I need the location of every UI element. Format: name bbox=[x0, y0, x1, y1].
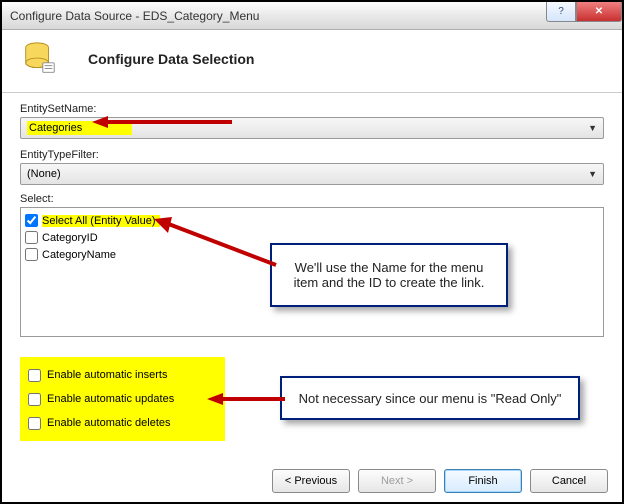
database-icon bbox=[20, 40, 58, 78]
enable-deletes-row[interactable]: Enable automatic deletes bbox=[26, 411, 219, 435]
annotation-arrow-icon bbox=[92, 114, 232, 130]
select-all-checkbox[interactable] bbox=[25, 214, 38, 227]
enable-deletes-checkbox[interactable] bbox=[28, 417, 41, 430]
next-button: Next > bbox=[358, 469, 436, 493]
close-button[interactable]: ✕ bbox=[576, 2, 622, 22]
title-bar: Configure Data Source - EDS_Category_Men… bbox=[2, 2, 622, 30]
chevron-down-icon: ▼ bbox=[588, 169, 597, 179]
select-item-checkbox[interactable] bbox=[25, 248, 38, 261]
enable-deletes-label: Enable automatic deletes bbox=[47, 417, 171, 429]
select-item-checkbox[interactable] bbox=[25, 231, 38, 244]
help-button[interactable]: ? bbox=[546, 2, 576, 22]
enable-updates-label: Enable automatic updates bbox=[47, 393, 174, 405]
wizard-body: EntitySetName: Categories ▼ EntityTypeFi… bbox=[2, 93, 622, 503]
select-item-label: CategoryName bbox=[42, 249, 116, 261]
enable-updates-checkbox[interactable] bbox=[28, 393, 41, 406]
window-title: Configure Data Source - EDS_Category_Men… bbox=[10, 9, 259, 23]
select-label: Select: bbox=[20, 193, 604, 205]
select-item[interactable]: Select All (Entity Value) bbox=[25, 212, 599, 229]
entity-type-value: (None) bbox=[27, 168, 61, 180]
enable-inserts-checkbox[interactable] bbox=[28, 369, 41, 382]
enable-inserts-row[interactable]: Enable automatic inserts bbox=[26, 363, 219, 387]
page-title: Configure Data Selection bbox=[88, 51, 254, 67]
entity-type-combo[interactable]: (None) ▼ bbox=[20, 163, 604, 185]
annotation-text: We'll use the Name for the menu item and… bbox=[284, 260, 494, 290]
finish-button[interactable]: Finish bbox=[444, 469, 522, 493]
window-controls: ? ✕ bbox=[546, 2, 622, 29]
annotation-arrow-icon bbox=[207, 391, 287, 407]
annotation-text: Not necessary since our menu is "Read On… bbox=[299, 391, 562, 406]
select-item-label: CategoryID bbox=[42, 232, 98, 244]
annotation-callout-bottom: Not necessary since our menu is "Read On… bbox=[280, 376, 580, 420]
enable-inserts-label: Enable automatic inserts bbox=[47, 369, 167, 381]
wizard-buttons: < Previous Next > Finish Cancel bbox=[272, 469, 608, 493]
chevron-down-icon: ▼ bbox=[588, 123, 597, 133]
select-item-label: Select All (Entity Value) bbox=[42, 215, 160, 227]
annotation-callout-top: We'll use the Name for the menu item and… bbox=[270, 243, 508, 307]
enable-options-group: Enable automatic inserts Enable automati… bbox=[20, 357, 225, 441]
cancel-button[interactable]: Cancel bbox=[530, 469, 608, 493]
previous-button[interactable]: < Previous bbox=[272, 469, 350, 493]
entity-type-label: EntityTypeFilter: bbox=[20, 149, 604, 161]
wizard-header: Configure Data Selection bbox=[2, 30, 622, 93]
enable-updates-row[interactable]: Enable automatic updates bbox=[26, 387, 219, 411]
annotation-arrow-icon bbox=[152, 215, 282, 271]
